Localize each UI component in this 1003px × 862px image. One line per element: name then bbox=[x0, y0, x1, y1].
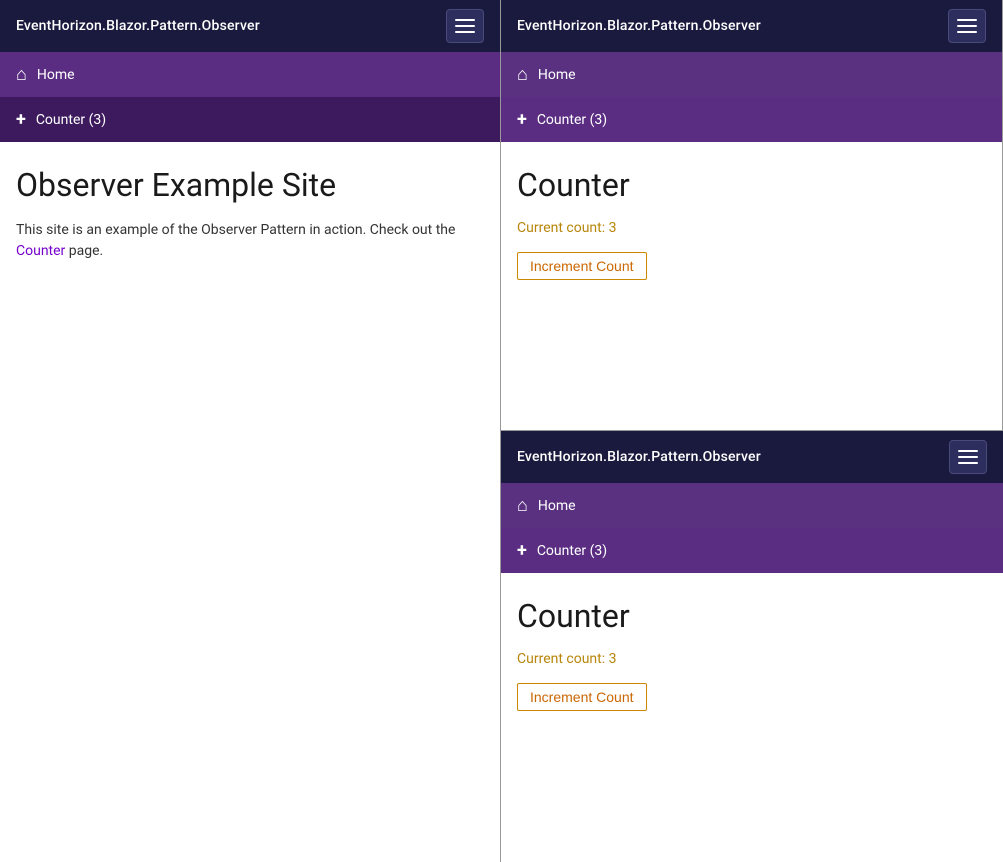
left-nav-counter[interactable]: Counter (3) bbox=[0, 97, 500, 142]
hamburger-line-3 bbox=[455, 31, 475, 33]
hamburger-line-1 bbox=[455, 19, 475, 21]
hamburger-line-1 bbox=[957, 19, 977, 21]
right-top-nav-counter-label: Counter (3) bbox=[537, 112, 607, 128]
hamburger-line-2 bbox=[958, 456, 978, 458]
right-bottom-increment-button[interactable]: Increment Count bbox=[517, 683, 647, 711]
counter-icon bbox=[16, 109, 26, 130]
right-bottom-brand: EventHorizon.Blazor.Pattern.Observer bbox=[517, 449, 761, 465]
right-bottom-navbar: EventHorizon.Blazor.Pattern.Observer bbox=[501, 431, 1003, 483]
left-hamburger-button[interactable] bbox=[446, 9, 484, 43]
right-bottom-nav-home[interactable]: Home bbox=[501, 483, 1003, 528]
right-bottom-panel: EventHorizon.Blazor.Pattern.Observer Hom… bbox=[501, 431, 1003, 862]
right-bottom-hamburger-button[interactable] bbox=[949, 440, 987, 474]
right-top-increment-button[interactable]: Increment Count bbox=[517, 252, 647, 280]
right-top-brand: EventHorizon.Blazor.Pattern.Observer bbox=[517, 18, 761, 34]
home-icon-rt bbox=[517, 64, 528, 85]
counter-icon-rt bbox=[517, 109, 527, 130]
home-icon-rb bbox=[517, 495, 528, 516]
home-intro-before: This site is an example of the Observer … bbox=[16, 222, 455, 238]
right-top-nav-home[interactable]: Home bbox=[501, 52, 1002, 97]
left-browser-panel: EventHorizon.Blazor.Pattern.Observer Hom… bbox=[0, 0, 501, 862]
right-top-navbar: EventHorizon.Blazor.Pattern.Observer bbox=[501, 0, 1002, 52]
right-bottom-current-count: Current count: 3 bbox=[517, 651, 987, 667]
home-icon bbox=[16, 64, 27, 85]
home-intro-after: page. bbox=[65, 243, 103, 259]
right-top-counter-title: Counter bbox=[517, 166, 986, 204]
right-bottom-nav-counter-label: Counter (3) bbox=[537, 543, 607, 559]
left-nav-home[interactable]: Home bbox=[0, 52, 500, 97]
left-sidenav: Home Counter (3) bbox=[0, 52, 500, 142]
right-column: EventHorizon.Blazor.Pattern.Observer Hom… bbox=[501, 0, 1003, 862]
counter-icon-rb bbox=[517, 540, 527, 561]
right-top-nav-counter[interactable]: Counter (3) bbox=[501, 97, 1002, 142]
right-top-hamburger-button[interactable] bbox=[948, 9, 986, 43]
right-bottom-sidenav: Home Counter (3) bbox=[501, 483, 1003, 573]
hamburger-line-2 bbox=[455, 25, 475, 27]
left-nav-home-label: Home bbox=[37, 67, 75, 83]
home-intro-text: This site is an example of the Observer … bbox=[16, 220, 484, 262]
hamburger-line-3 bbox=[958, 462, 978, 464]
right-bottom-nav-home-label: Home bbox=[538, 498, 576, 514]
right-bottom-counter-title: Counter bbox=[517, 597, 987, 635]
home-page-title: Observer Example Site bbox=[16, 166, 484, 204]
hamburger-line-3 bbox=[957, 31, 977, 33]
hamburger-line-1 bbox=[958, 450, 978, 452]
left-brand: EventHorizon.Blazor.Pattern.Observer bbox=[16, 18, 260, 34]
left-navbar: EventHorizon.Blazor.Pattern.Observer bbox=[0, 0, 500, 52]
right-bottom-nav-counter[interactable]: Counter (3) bbox=[501, 528, 1003, 573]
right-top-sidenav: Home Counter (3) bbox=[501, 52, 1002, 142]
hamburger-line-2 bbox=[957, 25, 977, 27]
left-content-home: Observer Example Site This site is an ex… bbox=[0, 142, 500, 862]
right-top-panel: EventHorizon.Blazor.Pattern.Observer Hom… bbox=[501, 0, 1003, 431]
counter-link[interactable]: Counter bbox=[16, 243, 65, 259]
right-bottom-content-counter: Counter Current count: 3 Increment Count bbox=[501, 573, 1003, 862]
right-top-current-count: Current count: 3 bbox=[517, 220, 986, 236]
left-nav-counter-label: Counter (3) bbox=[36, 112, 106, 128]
right-top-content-counter: Counter Current count: 3 Increment Count bbox=[501, 142, 1002, 430]
right-top-nav-home-label: Home bbox=[538, 67, 576, 83]
